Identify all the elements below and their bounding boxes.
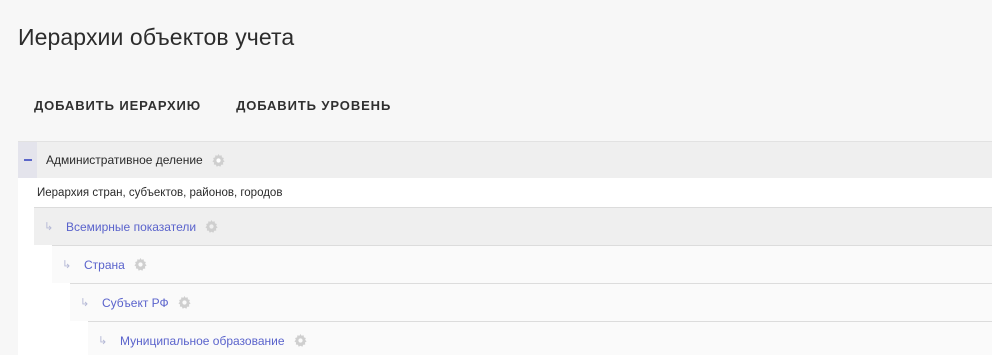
level-row[interactable]: ↳ Всемирные показатели — [34, 207, 992, 245]
page: Иерархии объектов учета ДОБАВИТЬ ИЕРАРХИ… — [0, 0, 992, 355]
level-label[interactable]: Страна — [84, 258, 125, 272]
level-row[interactable]: ↳ Страна — [52, 245, 992, 283]
level-label[interactable]: Всемирные показатели — [66, 220, 196, 234]
gear-icon[interactable] — [293, 334, 307, 347]
gear-icon[interactable] — [205, 220, 218, 233]
level-row[interactable]: ↳ Субъект РФ — [70, 283, 992, 321]
gear-icon[interactable] — [212, 153, 225, 167]
child-arrow-icon: ↳ — [62, 259, 72, 271]
level-row[interactable]: ↳ Муниципальное образование — [88, 321, 992, 355]
hierarchy-root-row[interactable]: Административное деление — [18, 141, 992, 178]
hierarchy-name: Административное деление — [46, 153, 203, 167]
hierarchy-description: Иерархия стран, субъектов, районов, горо… — [18, 178, 992, 207]
hierarchy-tree: Административное деление Иерархия стран,… — [18, 141, 992, 355]
child-arrow-icon: ↳ — [98, 335, 108, 347]
gear-icon[interactable] — [178, 296, 191, 309]
add-level-button[interactable]: ДОБАВИТЬ УРОВЕНЬ — [236, 96, 391, 116]
add-hierarchy-button[interactable]: ДОБАВИТЬ ИЕРАРХИЮ — [34, 96, 201, 116]
gear-icon[interactable] — [134, 258, 147, 271]
toolbar: ДОБАВИТЬ ИЕРАРХИЮ ДОБАВИТЬ УРОВЕНЬ — [34, 96, 426, 116]
minus-icon — [23, 159, 32, 161]
level-label[interactable]: Субъект РФ — [102, 296, 169, 310]
child-arrow-icon: ↳ — [44, 221, 54, 233]
collapse-button[interactable] — [18, 142, 37, 178]
child-arrow-icon: ↳ — [80, 297, 90, 309]
level-label[interactable]: Муниципальное образование — [120, 334, 285, 348]
page-title: Иерархии объектов учета — [18, 24, 295, 50]
